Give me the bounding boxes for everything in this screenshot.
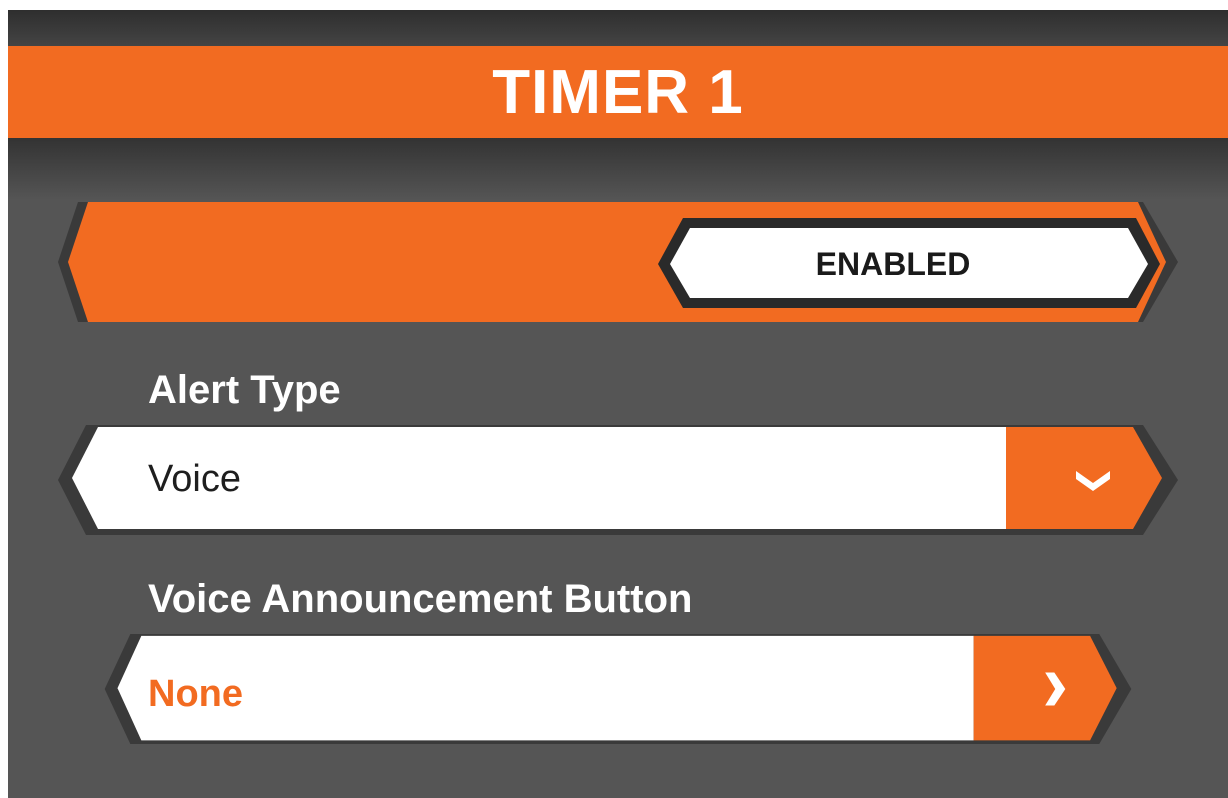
alert-type-label: Alert Type: [148, 368, 341, 412]
voice-select-button[interactable]: [973, 635, 1117, 741]
alert-type-value[interactable]: Voice: [148, 458, 241, 501]
top-status-band: [8, 10, 1228, 46]
voice-announcement-label: Voice Announcement Button: [148, 577, 693, 621]
page-title: TIMER 1: [492, 57, 744, 127]
voice-announcement-value[interactable]: None: [148, 673, 243, 716]
title-shadow-band: [8, 138, 1228, 200]
timer-settings-screen: TIMER 1 ENABLED Alert Type Voice Voice A…: [8, 10, 1228, 798]
enable-toggle-label[interactable]: ENABLED: [668, 246, 1118, 282]
title-bar: TIMER 1: [8, 46, 1228, 138]
voice-field-body[interactable]: [117, 635, 974, 741]
